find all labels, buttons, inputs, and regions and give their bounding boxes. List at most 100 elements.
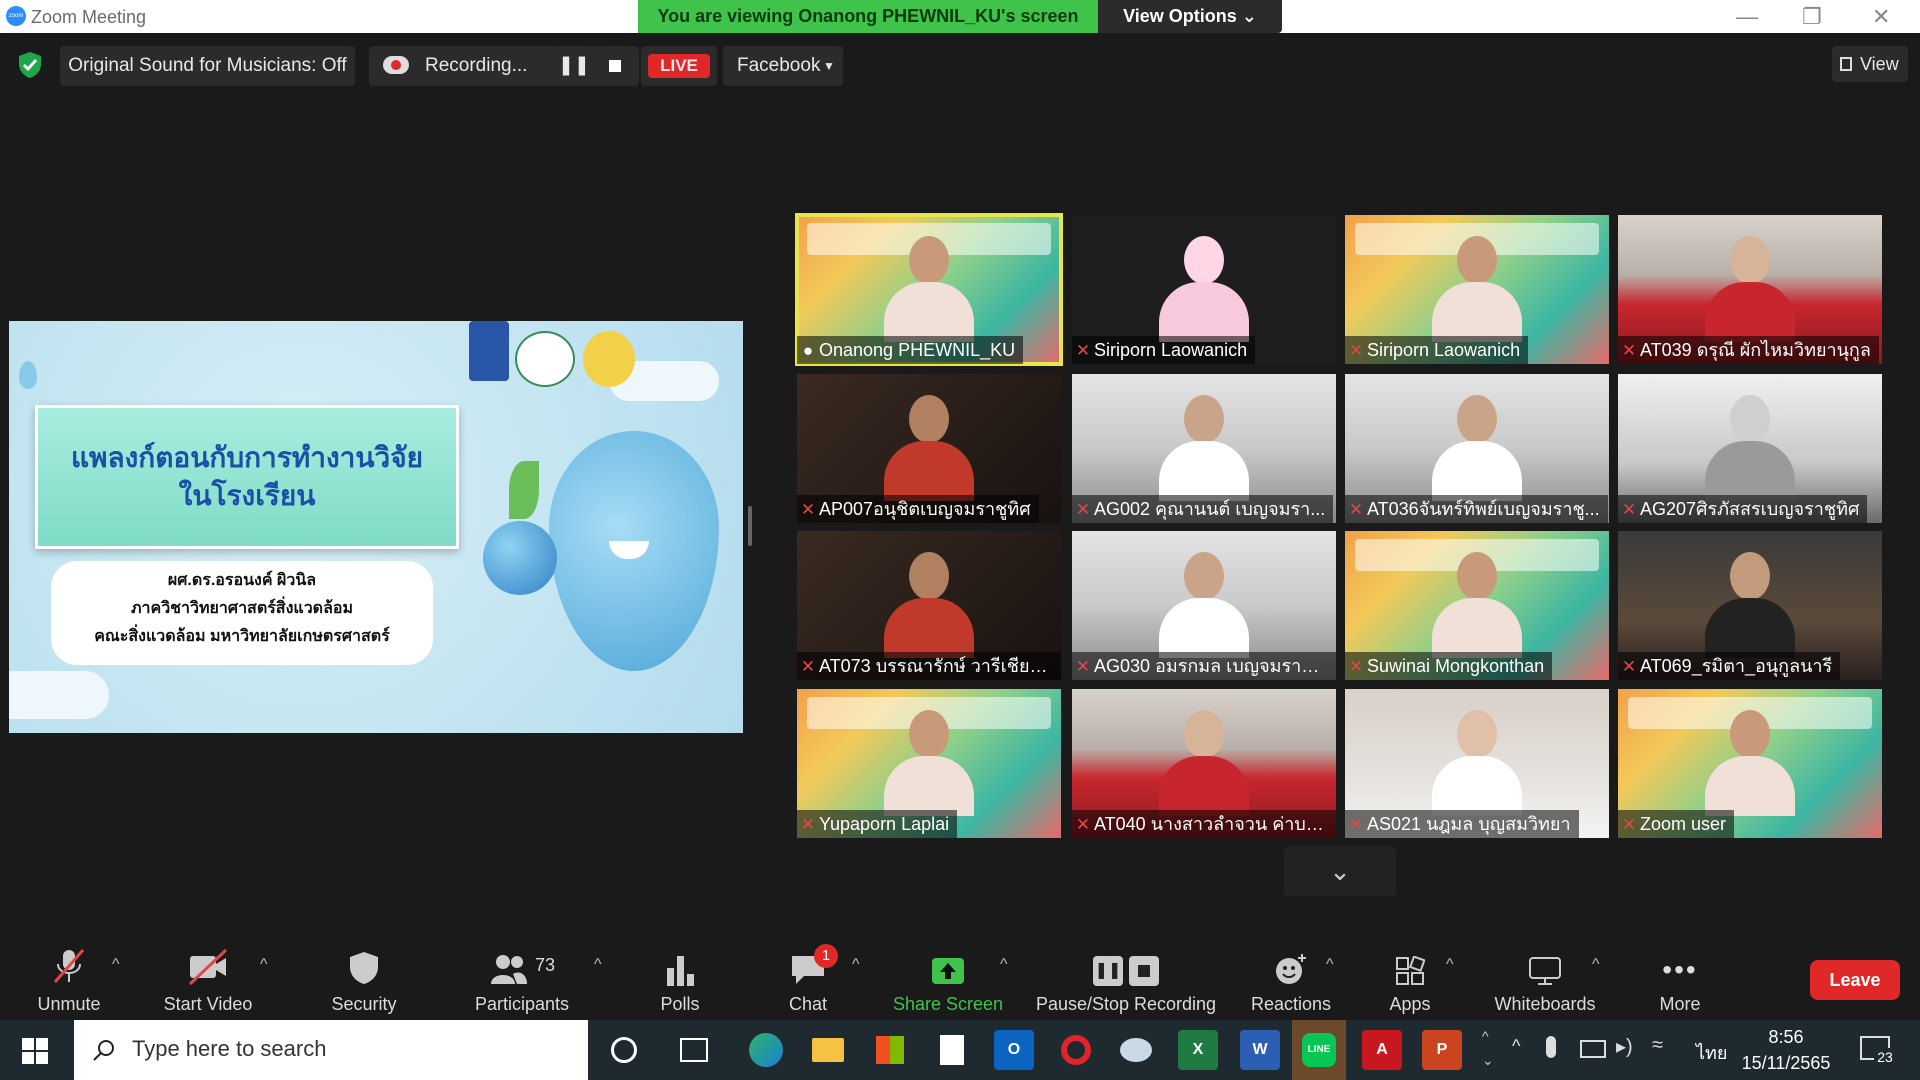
battery-icon[interactable] bbox=[1580, 1040, 1606, 1058]
reactions-caret-icon[interactable]: ^ bbox=[1326, 956, 1334, 974]
participant-name: AP007อนุชิตเบญจมราชูทิศ bbox=[819, 499, 1031, 519]
windows-start-icon[interactable] bbox=[22, 1038, 48, 1064]
notification-count: 23 bbox=[1874, 1048, 1896, 1066]
participant-tile[interactable]: ✕ Zoom user bbox=[1618, 689, 1882, 838]
pause-stop-recording-button[interactable]: ❚❚ Pause/Stop Recording bbox=[1030, 940, 1222, 1020]
excel-icon[interactable]: X bbox=[1178, 1030, 1218, 1070]
whiteboard-icon bbox=[1529, 957, 1561, 985]
stop-recording-button[interactable] bbox=[597, 46, 633, 86]
apps-button[interactable]: Apps bbox=[1370, 940, 1450, 1020]
windows-taskbar: Type here to search O X W LINE A P ^ ⌄ ^ … bbox=[0, 1020, 1920, 1080]
participant-tile[interactable]: ✕ AG030 อมรกมล เบญจมราชู... bbox=[1072, 531, 1336, 680]
participant-tile[interactable]: ✕ AT073 บรรณารักษ์ วารีเชียงใ... bbox=[797, 531, 1061, 680]
participant-tile[interactable]: ✕ AT039 ดรุณี ผักไหมวิทยานุกูล bbox=[1618, 215, 1882, 364]
share-options-caret-icon[interactable]: ^ bbox=[1000, 956, 1008, 974]
participant-video bbox=[884, 395, 974, 501]
participant-tile[interactable]: ✕ AG207ศิรภัสสรเบญจราชูทิศ bbox=[1618, 374, 1882, 523]
participant-name: Siriporn Laowanich bbox=[1094, 340, 1248, 360]
participant-name: AT039 ดรุณี ผักไหมวิทยานุกูล bbox=[1640, 340, 1871, 360]
cortana-icon[interactable] bbox=[604, 1030, 644, 1070]
whiteboards-caret-icon[interactable]: ^ bbox=[1592, 956, 1600, 974]
language-indicator[interactable]: ไทย bbox=[1696, 1038, 1727, 1067]
live-platform-dropdown[interactable]: Facebook ▼ bbox=[723, 46, 843, 86]
more-button[interactable]: ••• More bbox=[1640, 940, 1720, 1020]
mic-active-icon: ● bbox=[802, 341, 814, 360]
participant-tile[interactable]: ✕ AS021 นฎมล บุญสมวิทยา bbox=[1345, 689, 1609, 838]
task-view-icon[interactable] bbox=[674, 1030, 714, 1070]
network-icon[interactable]: ≈ bbox=[1652, 1034, 1663, 1057]
app-title: Zoom Meeting bbox=[31, 7, 147, 27]
opera-icon[interactable] bbox=[1056, 1030, 1096, 1070]
line-app-icon[interactable]: LINE bbox=[1292, 1020, 1346, 1080]
viewing-banner: You are viewing Onanong PHEWNIL_KU's scr… bbox=[638, 0, 1098, 33]
participant-tile[interactable]: ✕ AT036จันทร์ทิพย์เบญจมราชู... bbox=[1345, 374, 1609, 523]
participant-tile[interactable]: ✕ AT069_รมิตา_อนุกูลนารี bbox=[1618, 531, 1882, 680]
pause-recording-button[interactable]: ❚❚ bbox=[556, 46, 592, 86]
view-button[interactable]: View bbox=[1832, 46, 1908, 82]
tray-overflow-icon[interactable]: ^ bbox=[1512, 1036, 1520, 1057]
apps-caret-icon[interactable]: ^ bbox=[1446, 956, 1454, 974]
minimize-icon[interactable]: — bbox=[1736, 4, 1758, 30]
participant-video bbox=[1705, 395, 1795, 501]
taskbar-search-box[interactable]: Type here to search bbox=[74, 1020, 588, 1080]
taskbar-scroll-icon[interactable]: ^ ⌄ bbox=[1482, 1024, 1494, 1072]
share-screen-icon bbox=[932, 958, 964, 984]
participants-label: Participants bbox=[474, 994, 570, 1014]
split-resize-handle[interactable] bbox=[748, 506, 752, 546]
participant-name-label: ✕ AT036จันทร์ทิพย์เบญจมราชู... bbox=[1345, 495, 1608, 523]
file-explorer-icon[interactable] bbox=[808, 1030, 848, 1070]
whiteboards-button[interactable]: Whiteboards bbox=[1484, 940, 1606, 1020]
participant-video bbox=[1432, 552, 1522, 658]
participants-button[interactable]: 73 Participants bbox=[470, 940, 574, 1020]
chat-caret-icon[interactable]: ^ bbox=[852, 956, 860, 974]
participant-name: AT036จันทร์ทิพย์เบญจมราชู... bbox=[1367, 499, 1600, 519]
zoom-logo-icon: zoom bbox=[6, 6, 26, 26]
view-options-button[interactable]: View Options ⌄ bbox=[1098, 0, 1282, 33]
participant-tile[interactable]: ✕ Siriporn Laowanich bbox=[1072, 215, 1336, 364]
powerpoint-icon[interactable]: P bbox=[1422, 1030, 1462, 1070]
slide-title-line1: แพลงก์ตอนกับการทำงานวิจัย bbox=[70, 442, 424, 473]
acrobat-icon[interactable]: A bbox=[1362, 1030, 1402, 1070]
author-name: ผศ.ดร.อรอนงค์ ผิวนิล bbox=[167, 572, 317, 589]
mic-muted-icon: ✕ bbox=[1621, 341, 1637, 360]
start-video-button[interactable]: Start Video bbox=[156, 940, 260, 1020]
restore-icon[interactable]: ❐ bbox=[1802, 4, 1822, 30]
participant-tile[interactable]: ✕ AG002 คุณานนต์ เบญจมรา... bbox=[1072, 374, 1336, 523]
slide-author-box: ผศ.ดร.อรอนงค์ ผิวนิล ภาควิชาวิทยาศาสตร์ส… bbox=[51, 561, 433, 665]
participants-caret-icon[interactable]: ^ bbox=[594, 956, 602, 974]
chat-button[interactable]: 1 Chat bbox=[768, 940, 848, 1020]
reactions-label: Reactions bbox=[1250, 994, 1332, 1014]
close-icon[interactable]: ✕ bbox=[1872, 4, 1890, 30]
edge-icon[interactable] bbox=[746, 1030, 786, 1070]
encryption-shield-icon[interactable] bbox=[18, 51, 42, 79]
participant-tile[interactable]: ✕ Suwinai Mongkonthan bbox=[1345, 531, 1609, 680]
microphone-tray-icon[interactable] bbox=[1546, 1036, 1556, 1058]
security-button[interactable]: Security bbox=[322, 940, 406, 1020]
original-sound-button[interactable]: Original Sound for Musicians: Off bbox=[60, 46, 355, 86]
leave-button[interactable]: Leave bbox=[1810, 960, 1900, 1000]
next-page-button[interactable]: ⌄ bbox=[1284, 846, 1396, 896]
word-icon[interactable]: W bbox=[1240, 1030, 1280, 1070]
app-icon[interactable] bbox=[1116, 1030, 1156, 1070]
clock[interactable]: 8:56 15/11/2565 bbox=[1740, 1024, 1832, 1076]
audio-options-caret-icon[interactable]: ^ bbox=[112, 956, 120, 974]
notifications-button[interactable]: 23 bbox=[1856, 1032, 1896, 1066]
unmute-button[interactable]: Unmute bbox=[28, 940, 110, 1020]
document-icon[interactable] bbox=[932, 1030, 972, 1070]
outlook-icon[interactable]: O bbox=[994, 1030, 1034, 1070]
participant-video bbox=[1705, 710, 1795, 816]
participant-tile[interactable]: ● Onanong PHEWNIL_KU bbox=[795, 213, 1063, 366]
share-screen-button[interactable]: Share Screen bbox=[888, 940, 1008, 1020]
participant-name-label: ✕ AP007อนุชิตเบญจมราชูทิศ bbox=[797, 495, 1039, 523]
video-off-icon bbox=[188, 948, 228, 986]
participant-tile[interactable]: ✕ AP007อนุชิตเบญจมราชูทิศ bbox=[797, 374, 1061, 523]
participant-tile[interactable]: ✕ AT040 นางสาวลำจวน ค่าบร... bbox=[1072, 689, 1336, 838]
live-badge: LIVE bbox=[648, 54, 710, 78]
reactions-button[interactable]: Reactions bbox=[1244, 940, 1338, 1020]
video-options-caret-icon[interactable]: ^ bbox=[260, 956, 268, 974]
microsoft-store-icon[interactable] bbox=[870, 1030, 910, 1070]
polls-button[interactable]: Polls bbox=[640, 940, 720, 1020]
participant-tile[interactable]: ✕ Siriporn Laowanich bbox=[1345, 215, 1609, 364]
participant-tile[interactable]: ✕ Yupaporn Laplai bbox=[797, 689, 1061, 838]
volume-icon[interactable]: ▸) bbox=[1616, 1034, 1633, 1059]
